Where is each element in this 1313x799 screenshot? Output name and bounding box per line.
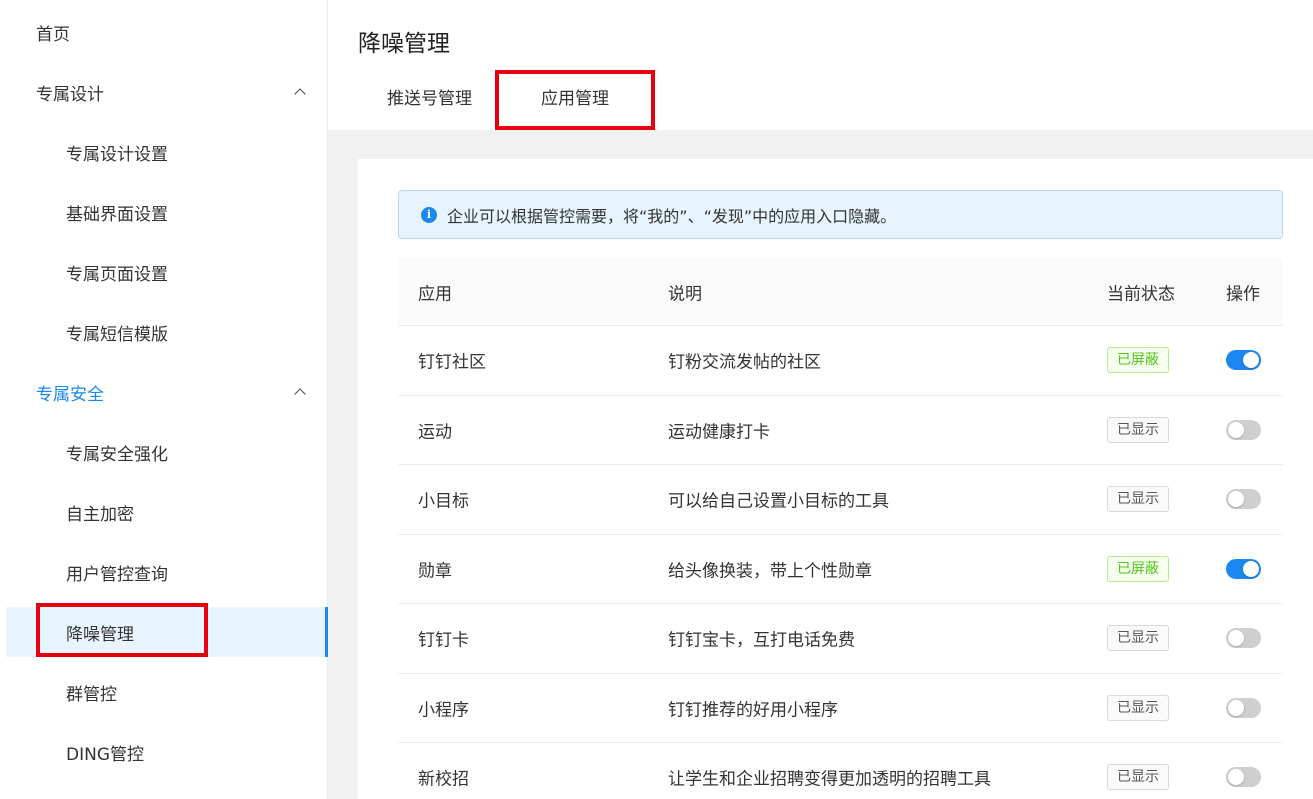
toggle-switch[interactable] (1226, 419, 1261, 440)
app-name: 勋章 (418, 561, 452, 582)
table-row: 勋章 给头像换装，带上个性勋章 已屏蔽 (398, 535, 1283, 604)
app-desc: 钉钉宝卡，互打电话免费 (668, 630, 855, 651)
status-badge-label: 已显示 (1107, 416, 1169, 443)
sidebar-group-exclusive-security[interactable]: 专属安全 (0, 367, 328, 417)
sidebar-group-exclusive-design[interactable]: 专属设计 (0, 67, 328, 117)
app-name: 运动 (418, 422, 452, 443)
toggle-switch[interactable] (1226, 350, 1261, 371)
sidebar-item-home[interactable]: 首页 (0, 7, 328, 57)
app-name: 钉钉卡 (418, 630, 469, 651)
tab-push-account-management[interactable]: 推送号管理 (387, 84, 472, 109)
sidebar-item-label: 用户管控查询 (66, 564, 168, 585)
status-badge: 已显示 (1107, 694, 1169, 721)
sidebar-item-label: 专属设计设置 (66, 144, 168, 165)
sidebar-item-label: 基础界面设置 (66, 204, 168, 225)
sidebar-item-self-encryption[interactable]: 自主加密 (0, 487, 328, 537)
sidebar: 首页 专属设计 专属设计设置 基础界面设置 专属页面设置 专属短信模版 专属安全… (0, 0, 328, 799)
app-desc: 给头像换装，带上个性勋章 (668, 561, 872, 582)
sidebar-item-label: 首页 (36, 24, 70, 45)
toggle-knob (1228, 769, 1244, 786)
sidebar-item-label: 专属页面设置 (66, 264, 168, 285)
sidebar-item-label: 自主加密 (66, 504, 134, 525)
page-header: 降噪管理 推送号管理 应用管理 (328, 0, 1313, 130)
table-row: 钉钉卡 钉钉宝卡，互打电话免费 已显示 (398, 604, 1283, 674)
toggle-track[interactable] (1226, 558, 1261, 579)
sidebar-item-basic-ui-settings[interactable]: 基础界面设置 (0, 187, 328, 237)
sidebar-item-label: 专属设计 (36, 84, 104, 105)
table-row: 小程序 钉钉推荐的好用小程序 已显示 (398, 674, 1283, 743)
sidebar-item-label: DING管控 (66, 744, 144, 765)
table-row: 运动 运动健康打卡 已显示 (398, 396, 1283, 465)
toggle-switch[interactable] (1226, 767, 1261, 788)
annotation-highlight-box (495, 70, 655, 130)
sidebar-item-page-settings[interactable]: 专属页面设置 (0, 247, 328, 297)
chevron-up-icon (294, 88, 306, 100)
app-name: 钉钉社区 (418, 352, 486, 373)
toggle-knob (1228, 630, 1244, 647)
annotation-highlight-box (36, 603, 208, 657)
toggle-switch[interactable] (1226, 558, 1261, 579)
toggle-knob (1228, 421, 1244, 438)
status-badge-label: 已显示 (1107, 486, 1169, 513)
app-desc: 钉钉推荐的好用小程序 (668, 700, 838, 721)
sidebar-item-sms-template[interactable]: 专属短信模版 (0, 307, 328, 357)
status-badge: 已屏蔽 (1107, 555, 1169, 582)
table-header: 应用 说明 当前状态 操作 (398, 258, 1283, 326)
status-badge-label: 已显示 (1107, 625, 1169, 652)
sidebar-item-design-settings[interactable]: 专属设计设置 (0, 127, 328, 177)
app-desc: 让学生和企业招聘变得更加透明的招聘工具 (668, 769, 991, 790)
column-header-status: 当前状态 (1107, 284, 1175, 304)
app-name: 小目标 (418, 491, 469, 512)
status-badge: 已显示 (1107, 764, 1169, 791)
table-row: 钉钉社区 钉粉交流发帖的社区 已屏蔽 (398, 326, 1283, 396)
status-badge-label: 已显示 (1107, 694, 1169, 721)
sidebar-item-label: 专属安全 (36, 384, 104, 405)
info-icon: i (421, 206, 437, 223)
status-badge-label: 已屏蔽 (1107, 347, 1169, 374)
toggle-track[interactable] (1226, 419, 1261, 440)
sidebar-item-label: 专属安全强化 (66, 444, 168, 465)
app-desc: 运动健康打卡 (668, 422, 770, 443)
toggle-knob (1243, 560, 1259, 577)
toggle-knob (1243, 352, 1259, 369)
app-desc: 钉粉交流发帖的社区 (668, 352, 821, 373)
sidebar-item-ding-control[interactable]: DING管控 (0, 727, 328, 777)
status-badge-label: 已显示 (1107, 764, 1169, 791)
app-name: 新校招 (418, 769, 469, 790)
sidebar-item-label: 群管控 (66, 684, 117, 705)
toggle-track[interactable] (1226, 697, 1261, 718)
column-header-op: 操作 (1226, 284, 1260, 304)
table-row: 新校招 让学生和企业招聘变得更加透明的招聘工具 已显示 (398, 743, 1283, 799)
sidebar-item-security-hardening[interactable]: 专属安全强化 (0, 427, 328, 477)
toggle-knob (1228, 699, 1244, 716)
toggle-track[interactable] (1226, 767, 1261, 788)
toggle-switch[interactable] (1226, 628, 1261, 649)
status-badge-label: 已屏蔽 (1107, 555, 1169, 582)
toggle-switch[interactable] (1226, 489, 1261, 510)
column-header-app: 应用 (418, 284, 452, 304)
status-badge: 已显示 (1107, 486, 1169, 513)
toggle-track[interactable] (1226, 350, 1261, 371)
sidebar-item-group-control[interactable]: 群管控 (0, 667, 328, 717)
info-alert-text: 企业可以根据管控需要，将“我的”、“发现”中的应用入口隐藏。 (447, 206, 897, 226)
column-header-desc: 说明 (668, 284, 702, 304)
app-table: 应用 说明 当前状态 操作 钉钉社区 钉粉交流发帖的社区 已屏蔽 运动 运动健康… (398, 258, 1283, 799)
page-title: 降噪管理 (358, 31, 450, 57)
status-badge: 已显示 (1107, 416, 1169, 443)
status-badge: 已显示 (1107, 625, 1169, 652)
chevron-up-icon (294, 388, 306, 400)
toggle-knob (1228, 491, 1244, 508)
info-alert: i 企业可以根据管控需要，将“我的”、“发现”中的应用入口隐藏。 (398, 190, 1283, 239)
toggle-switch[interactable] (1226, 697, 1261, 718)
table-row: 小目标 可以给自己设置小目标的工具 已显示 (398, 465, 1283, 535)
sidebar-item-label: 专属短信模版 (66, 324, 168, 345)
toggle-track[interactable] (1226, 489, 1261, 510)
app-desc: 可以给自己设置小目标的工具 (668, 491, 889, 512)
sidebar-item-user-control-query[interactable]: 用户管控查询 (0, 547, 328, 597)
toggle-track[interactable] (1226, 628, 1261, 649)
status-badge: 已屏蔽 (1107, 347, 1169, 374)
app-name: 小程序 (418, 700, 469, 721)
